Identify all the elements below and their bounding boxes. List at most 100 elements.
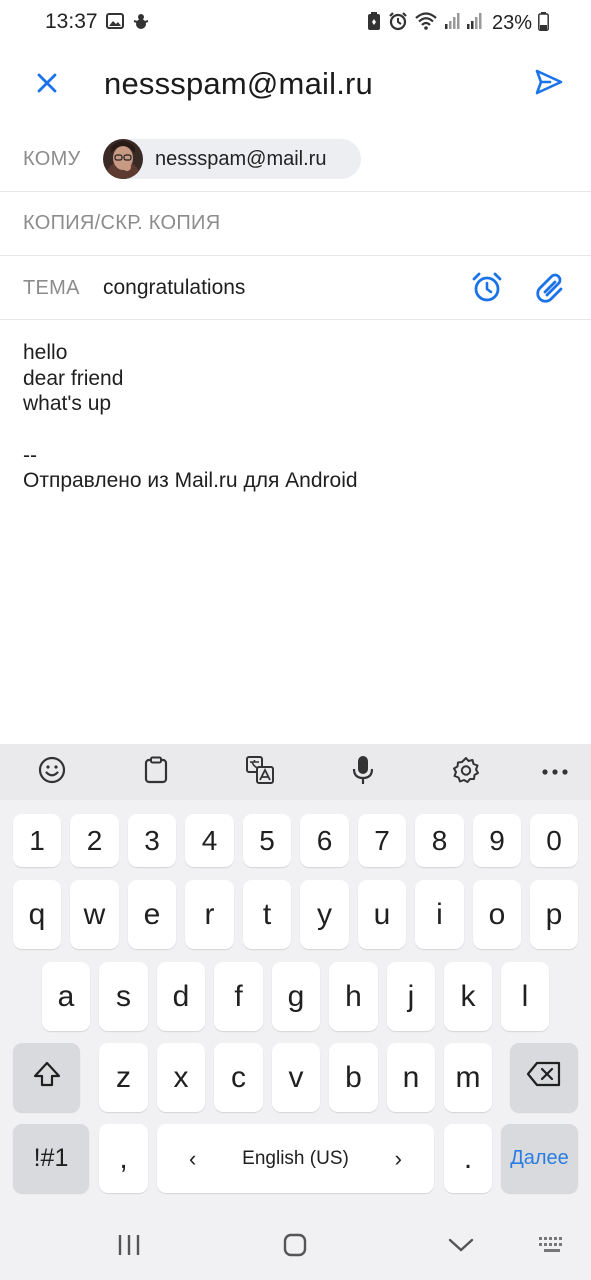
translate-button[interactable] <box>245 755 275 790</box>
key-1[interactable]: 1 <box>13 814 61 867</box>
home-button[interactable] <box>280 1233 310 1262</box>
alarm-icon <box>388 11 408 36</box>
comma-key[interactable]: , <box>99 1124 148 1193</box>
status-bar: 13:37 23% <box>0 0 591 46</box>
key-0[interactable]: 0 <box>530 814 578 867</box>
message-body[interactable]: hello dear friend what's up -- Отправлен… <box>23 340 358 494</box>
key-r[interactable]: r <box>185 880 234 949</box>
body-line: what's up <box>23 392 112 416</box>
key-9[interactable]: 9 <box>473 814 521 867</box>
backspace-icon <box>526 1061 562 1095</box>
cc-bcc-field[interactable]: КОПИЯ/СКР. КОПИЯ <box>0 192 591 256</box>
more-options-button[interactable] <box>540 757 570 787</box>
recents-button[interactable] <box>114 1234 144 1260</box>
on-screen-keyboard: 1 2 3 4 5 6 7 8 9 0 q w e r t y u i o p … <box>0 744 591 1280</box>
key-u[interactable]: u <box>358 880 406 949</box>
key-3[interactable]: 3 <box>128 814 176 867</box>
emoji-button[interactable] <box>37 756 67 789</box>
subject-label: ТЕМА <box>23 277 80 299</box>
attach-button[interactable] <box>533 271 569 307</box>
key-n[interactable]: n <box>387 1043 435 1112</box>
key-8[interactable]: 8 <box>415 814 464 867</box>
close-icon <box>36 72 58 99</box>
key-m[interactable]: m <box>444 1043 492 1112</box>
key-z[interactable]: z <box>99 1043 148 1112</box>
status-time: 13:37 <box>45 10 98 33</box>
key-d[interactable]: d <box>157 962 205 1031</box>
key-4[interactable]: 4 <box>185 814 234 867</box>
key-w[interactable]: w <box>70 880 119 949</box>
key-x[interactable]: x <box>157 1043 205 1112</box>
key-i[interactable]: i <box>415 880 464 949</box>
paperclip-icon <box>533 273 569 311</box>
key-5[interactable]: 5 <box>243 814 291 867</box>
key-g[interactable]: g <box>272 962 320 1031</box>
compose-header: nessspam@mail.ru <box>0 46 591 126</box>
translate-icon <box>245 755 275 790</box>
symbols-key[interactable]: !#1 <box>13 1124 89 1193</box>
recipient-email: nessspam@mail.ru <box>155 147 327 170</box>
send-button[interactable] <box>531 66 567 102</box>
wifi-icon <box>414 11 438 36</box>
emoji-icon <box>38 756 66 789</box>
bug-icon <box>132 12 150 35</box>
key-b[interactable]: b <box>329 1043 378 1112</box>
key-o[interactable]: o <box>473 880 521 949</box>
keyboard-toolbar <box>0 744 591 800</box>
chevron-left-icon: ‹ <box>189 1145 197 1171</box>
settings-icon <box>452 756 480 789</box>
more-icon <box>542 763 568 781</box>
key-k[interactable]: k <box>444 962 492 1031</box>
key-e[interactable]: e <box>128 880 176 949</box>
recents-icon <box>117 1234 141 1261</box>
keyboard-switch-button[interactable] <box>537 1234 567 1260</box>
battery-percent: 23% <box>491 12 532 34</box>
key-p[interactable]: p <box>530 880 578 949</box>
backspace-key[interactable] <box>510 1043 578 1112</box>
cc-bcc-label: КОПИЯ/СКР. КОПИЯ <box>23 212 221 234</box>
to-label: КОМУ <box>23 148 81 170</box>
key-j[interactable]: j <box>387 962 435 1031</box>
battery-icon <box>538 11 549 36</box>
signal-icon <box>466 12 482 35</box>
language-label: English (US) <box>242 1147 349 1169</box>
key-t[interactable]: t <box>243 880 291 949</box>
space-bar[interactable]: ‹ English (US) › <box>157 1124 434 1193</box>
clipboard-button[interactable] <box>141 756 171 787</box>
next-key[interactable]: Далее <box>501 1124 578 1193</box>
subject-input[interactable]: congratulations <box>103 276 245 300</box>
back-button[interactable] <box>446 1234 476 1260</box>
key-f[interactable]: f <box>214 962 263 1031</box>
image-icon <box>106 13 124 34</box>
key-h[interactable]: h <box>329 962 378 1031</box>
key-2[interactable]: 2 <box>70 814 119 867</box>
key-6[interactable]: 6 <box>300 814 349 867</box>
alarm-clock-icon <box>470 272 504 309</box>
shift-icon <box>32 1060 62 1096</box>
key-a[interactable]: a <box>42 962 90 1031</box>
recipient-chip[interactable]: nessspam@mail.ru <box>103 139 361 179</box>
key-l[interactable]: l <box>501 962 549 1031</box>
key-q[interactable]: q <box>13 880 61 949</box>
schedule-send-button[interactable] <box>470 271 504 305</box>
key-y[interactable]: y <box>300 880 349 949</box>
home-icon <box>283 1233 307 1262</box>
battery-saver-icon <box>366 11 382 36</box>
keyboard-settings-button[interactable] <box>451 756 481 789</box>
key-v[interactable]: v <box>272 1043 320 1112</box>
body-line <box>23 417 358 443</box>
page-title: nessspam@mail.ru <box>104 66 373 101</box>
shift-key[interactable] <box>13 1043 80 1112</box>
key-s[interactable]: s <box>99 962 148 1031</box>
key-c[interactable]: c <box>214 1043 263 1112</box>
to-field[interactable]: КОМУ nessspam@mail.ru <box>0 126 591 192</box>
subject-field[interactable]: ТЕМА congratulations <box>0 256 591 320</box>
body-line: hello <box>23 341 68 364</box>
keyboard-icon <box>538 1236 566 1259</box>
chevron-down-icon <box>448 1237 474 1258</box>
period-key[interactable]: . <box>444 1124 492 1193</box>
voice-input-button[interactable] <box>348 755 378 787</box>
close-button[interactable] <box>30 68 64 102</box>
signal-icon <box>444 12 460 35</box>
key-7[interactable]: 7 <box>358 814 406 867</box>
